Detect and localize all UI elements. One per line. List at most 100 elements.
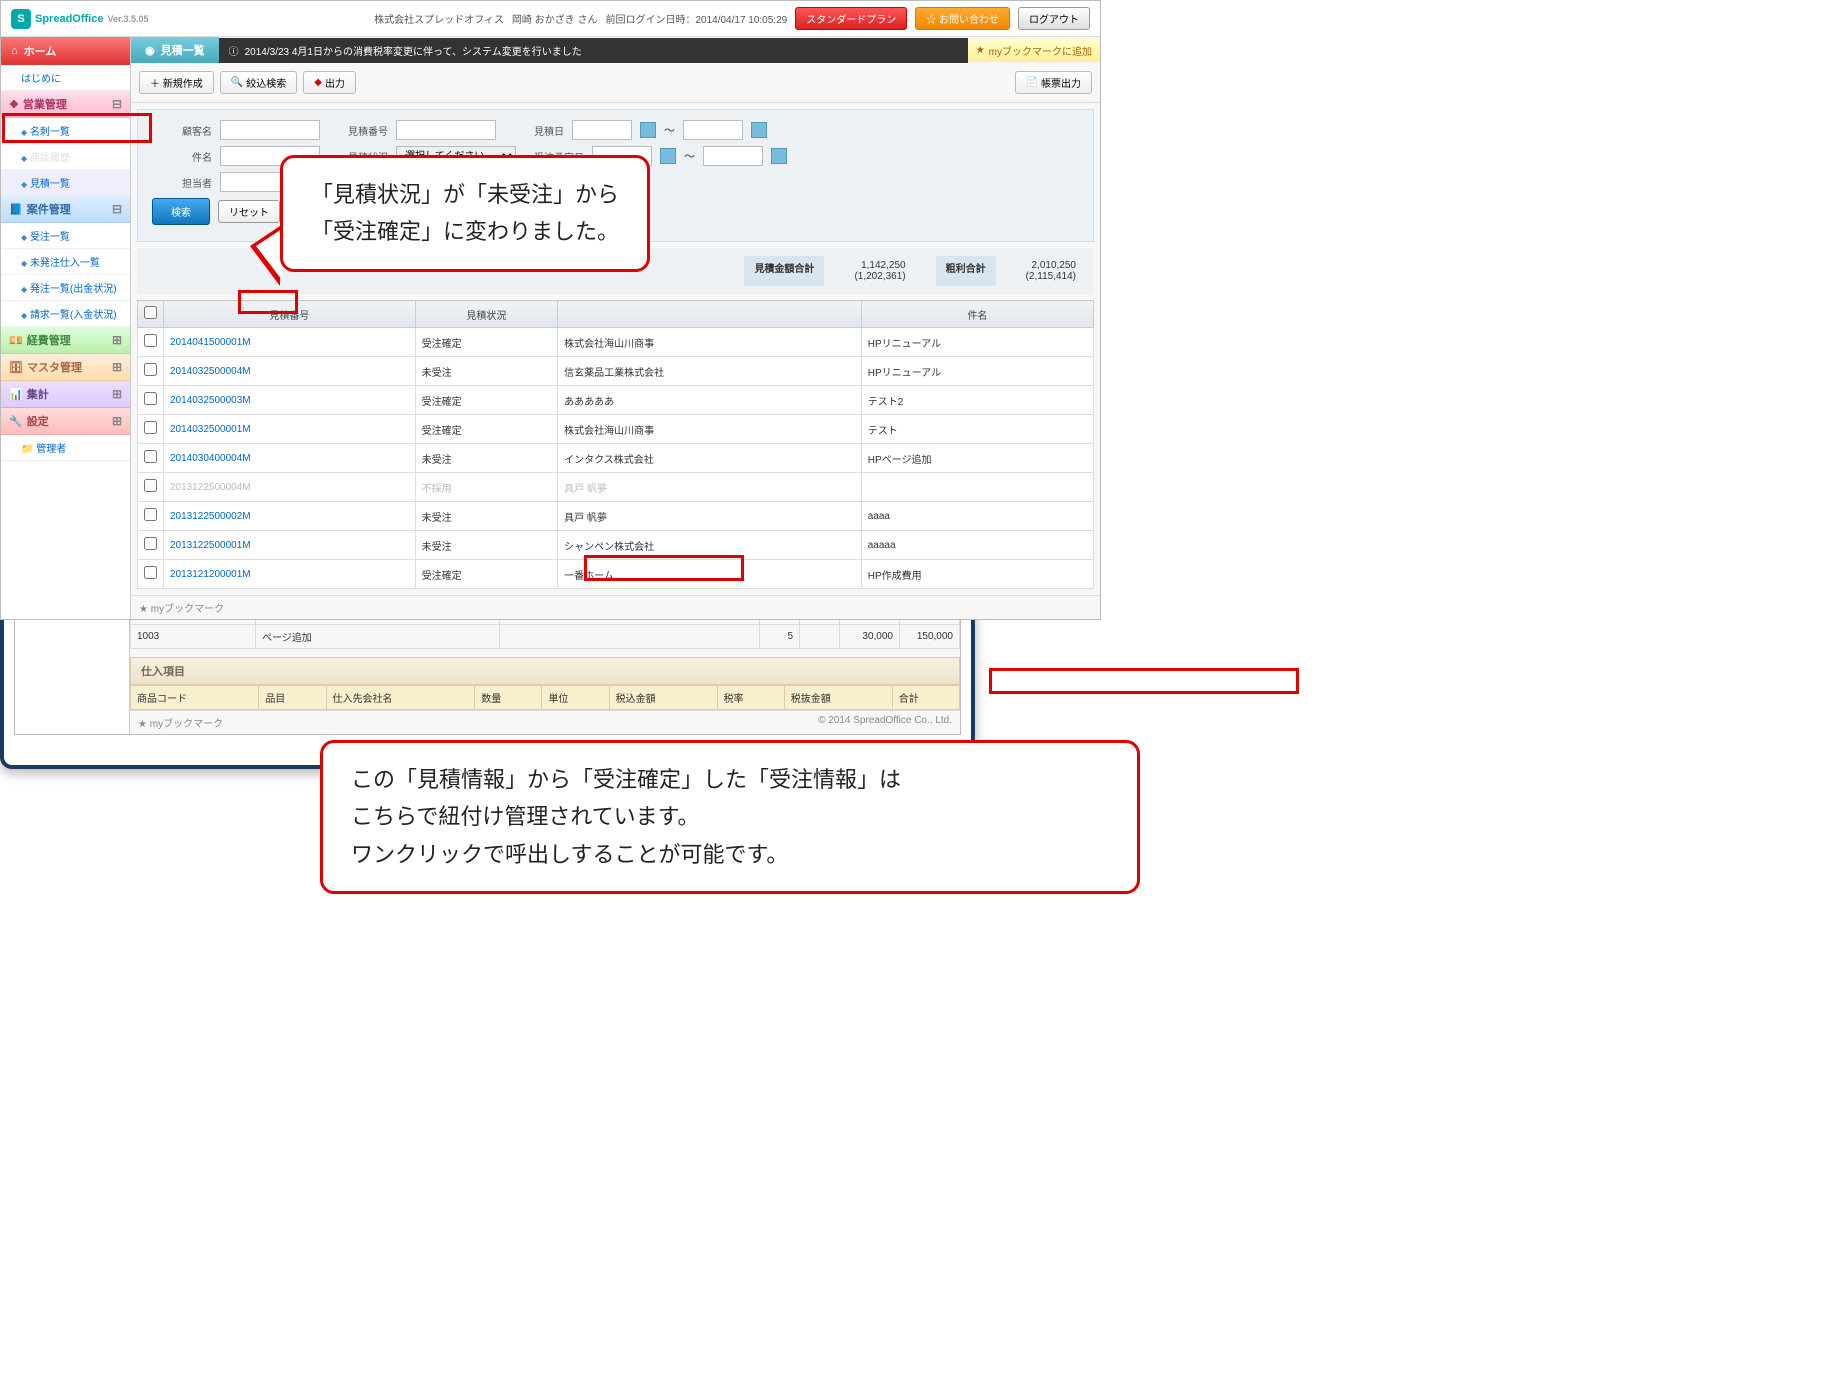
label-subject: 件名: [152, 149, 212, 164]
cell-status: 未受注: [415, 357, 557, 386]
col-customer[interactable]: [558, 301, 862, 328]
cell-subject: aaaa: [861, 502, 1093, 531]
total-gross: 2,010,250: [1032, 260, 1077, 271]
nav-cards[interactable]: ◆ 名刺一覧: [1, 118, 130, 144]
logout-button[interactable]: ログアウト: [1018, 7, 1090, 30]
col-quote-no[interactable]: 見積番号: [164, 301, 416, 328]
cell-code: 1003: [131, 625, 256, 649]
row-checkbox[interactable]: [144, 508, 157, 521]
pcol-unit: 単位: [542, 686, 609, 710]
nav-aggregate[interactable]: 📊集計⊞: [1, 381, 130, 408]
table-row[interactable]: 2014032500004M 未受注 信玄薬品工業株式会社 HPリニューアル: [138, 357, 1094, 386]
nav-admin[interactable]: 📁 管理者: [1, 435, 130, 461]
contact-button[interactable]: ☆ お問い合わせ: [915, 7, 1010, 30]
cell-quote-no: 2014032500004M: [164, 357, 416, 386]
plan-badge: スタンダードプラン: [795, 7, 907, 30]
table-row[interactable]: 2014032500001M 受注確定 株式会社海山川商事 テスト: [138, 415, 1094, 444]
footer-bookmark[interactable]: ★ myブックマーク: [138, 715, 223, 730]
cell-subject: テスト: [861, 415, 1093, 444]
label-quote-no: 見積番号: [328, 123, 388, 138]
pcol-tax-inc: 税込金額: [609, 686, 717, 710]
item-row: 1003 ページ追加 5 30,000 150,000: [131, 625, 960, 649]
row-checkbox[interactable]: [144, 421, 157, 434]
nav-invoices[interactable]: ◆ 請求一覧(入金状況): [1, 301, 130, 327]
cell-qty: 5: [760, 625, 800, 649]
row-checkbox[interactable]: [144, 450, 157, 463]
col-status[interactable]: 見積状況: [415, 301, 557, 328]
row-checkbox[interactable]: [144, 537, 157, 550]
cell-quote-no: 2014030400004M: [164, 444, 416, 473]
reset-button[interactable]: リセット: [218, 200, 280, 223]
nav-purchase-orders[interactable]: ◆ 発注一覧(出金状況): [1, 275, 130, 301]
input-date-to[interactable]: [683, 120, 743, 140]
cell-status: 受注確定: [415, 560, 557, 589]
new-button[interactable]: ＋ 新規作成: [139, 71, 214, 94]
table-row[interactable]: 2013121200001M 受注確定 一番ホーム HP作成費用: [138, 560, 1094, 589]
report-button[interactable]: 📄 帳票出力: [1015, 71, 1092, 94]
calendar-icon[interactable]: [640, 122, 656, 138]
calendar-icon[interactable]: [771, 148, 787, 164]
row-checkbox[interactable]: [144, 392, 157, 405]
cell-quote-no: 2013121200001M: [164, 560, 416, 589]
input-date-from[interactable]: [572, 120, 632, 140]
chart-icon: 📊: [9, 388, 23, 401]
output-button[interactable]: ◆出力: [303, 71, 356, 94]
main-content: ◉見積一覧 ⓘ2014/3/23 4月1日からの消費税率変更に伴って、システム変…: [131, 37, 1100, 619]
row-checkbox[interactable]: [144, 334, 157, 347]
page-title: ◉見積一覧: [131, 37, 219, 63]
cell-subject: HP作成費用: [861, 560, 1093, 589]
row-checkbox[interactable]: [144, 363, 157, 376]
table-row[interactable]: 2013122500001M 未受注 シャンペン株式会社 aaaaa: [138, 531, 1094, 560]
calendar-icon[interactable]: [660, 148, 676, 164]
nav-sales[interactable]: ❖営業管理⊟: [1, 91, 130, 118]
sidebar: ⌂ホーム はじめに ❖営業管理⊟ ◆ 名刺一覧 ◆ 商談履歴 ◆ 見積一覧 📘案…: [1, 37, 131, 619]
briefcase-icon: ❖: [9, 98, 19, 111]
nav-intro[interactable]: はじめに: [1, 65, 130, 91]
nav-home[interactable]: ⌂ホーム: [1, 37, 130, 65]
highlight-order-no: [989, 668, 1299, 694]
cell-customer: 一番ホーム: [558, 560, 862, 589]
pcol-total: 合計: [892, 686, 959, 710]
table-row[interactable]: 2014032500003M 受注確定 あああああ テスト2: [138, 386, 1094, 415]
cell-price: 30,000: [840, 625, 900, 649]
total-amount-label: 見積金額合計: [744, 256, 824, 286]
cell-customer: あああああ: [558, 386, 862, 415]
nav-unpurchased[interactable]: ◆ 未発注仕入一覧: [1, 249, 130, 275]
col-subject[interactable]: 件名: [861, 301, 1093, 328]
cell-status: 不採用: [415, 473, 557, 502]
table-row[interactable]: 2014041500001M 受注確定 株式会社海山川商事 HPリニューアル: [138, 328, 1094, 357]
row-checkbox[interactable]: [144, 479, 157, 492]
copyright: © 2014 SpreadOffice Co., Ltd.: [818, 715, 952, 730]
input-quote-no[interactable]: [396, 120, 496, 140]
nav-quotes[interactable]: ◆ 見積一覧: [1, 170, 130, 196]
cell-quote-no: 2014032500003M: [164, 386, 416, 415]
app1-header: S SpreadOffice Ver.3.5.05 株式会社スプレッドオフィス …: [1, 1, 1100, 37]
expand-icon: ⊞: [112, 360, 122, 374]
footer-bookmark[interactable]: ★ myブックマーク: [139, 600, 224, 615]
input-order-to[interactable]: [703, 146, 763, 166]
cell-quote-no: 2013122500004M: [164, 473, 416, 502]
nav-projects[interactable]: 📘案件管理⊟: [1, 196, 130, 223]
callout-status-changed: 「見積状況」が「未受注」から 「受注確定」に変わりました。: [280, 155, 650, 272]
calendar-icon[interactable]: [751, 122, 767, 138]
bookmark-button[interactable]: ★myブックマークに追加: [968, 39, 1100, 62]
nav-settings[interactable]: 🔧設定⊞: [1, 408, 130, 435]
list-icon: ◉: [145, 44, 155, 57]
search-button[interactable]: 検索: [152, 198, 210, 225]
nav-expense[interactable]: 💴経費管理⊞: [1, 327, 130, 354]
pcol-code: 商品コード: [131, 686, 259, 710]
cell-subject: テスト2: [861, 386, 1093, 415]
nav-orders[interactable]: ◆ 受注一覧: [1, 223, 130, 249]
label-customer: 顧客名: [152, 123, 212, 138]
table-row[interactable]: 2013122500002M 未受注 具戸 帆夢 aaaa: [138, 502, 1094, 531]
narrow-search-button[interactable]: 🔍 絞込検索: [220, 71, 297, 94]
cell-status: 未受注: [415, 502, 557, 531]
table-row[interactable]: 2013122500004M 不採用 具戸 帆夢: [138, 473, 1094, 502]
table-row[interactable]: 2014030400004M 未受注 インタクス株式会社 HPページ追加: [138, 444, 1094, 473]
input-customer[interactable]: [220, 120, 320, 140]
select-all-checkbox[interactable]: [144, 306, 157, 319]
row-checkbox[interactable]: [144, 566, 157, 579]
nav-history[interactable]: ◆ 商談履歴: [1, 144, 130, 170]
nav-master[interactable]: 🗄マスタ管理⊞: [1, 354, 130, 381]
wrench-icon: 🔧: [9, 415, 23, 428]
